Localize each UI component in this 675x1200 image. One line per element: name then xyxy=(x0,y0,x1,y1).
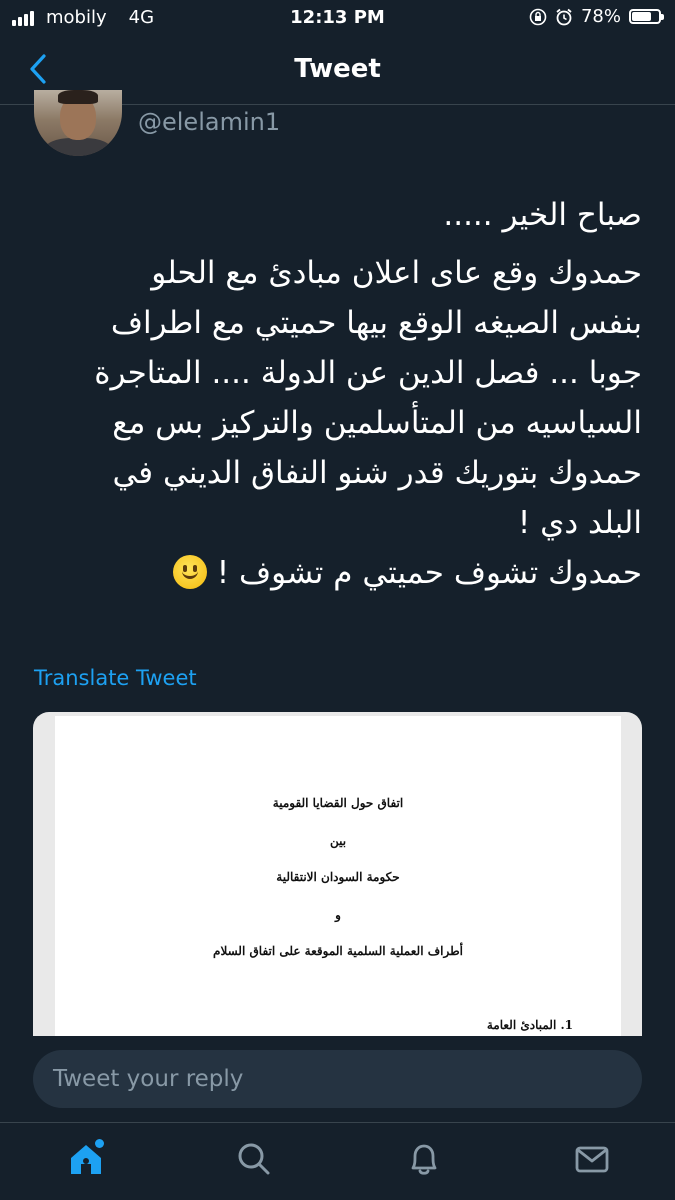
alarm-clock-icon xyxy=(556,8,572,25)
battery-percent: 78% xyxy=(580,6,621,27)
slightly-smiling-face-icon xyxy=(172,555,207,589)
battery-fill xyxy=(632,12,651,21)
tab-bar xyxy=(0,1122,675,1200)
status-bar: mobily 4G 12:13 PM 78% xyxy=(0,0,675,36)
document-title: اتفاق حول القضايا القومية xyxy=(272,796,404,810)
tweet-line: بنفس الصيغه الوقع بيها حميتي مع اطراف xyxy=(110,305,642,341)
document-and: و xyxy=(335,908,341,922)
battery-icon xyxy=(629,9,664,24)
tweet-line-last: حمدوك تشوف حميتي م تشوف ! xyxy=(30,548,642,598)
author-handle[interactable]: @elelamin1 xyxy=(138,108,280,136)
tweet-line: جوبا ... فصل الدين عن الدولة .... المتاج… xyxy=(94,355,642,391)
tweet-line: حمدوك تشوف حميتي م تشوف ! xyxy=(216,555,642,591)
orientation-lock-icon xyxy=(529,8,547,25)
document-section-heading: 1. المبادئ العامة xyxy=(486,1018,573,1032)
tweet-detail-screen: mobily 4G 12:13 PM 78% Tweet @elelamin1 … xyxy=(0,0,675,1200)
tab-notifications[interactable] xyxy=(404,1139,444,1179)
status-right: 78% xyxy=(529,6,664,27)
translate-tweet-link[interactable]: Translate Tweet xyxy=(34,666,197,690)
tweet-line: السياسيه من المتأسلمين والتركيز بس مع xyxy=(112,405,642,441)
search-icon xyxy=(238,1143,270,1175)
document-party-2: أطراف العملية السلمية الموقعة على اتفاق … xyxy=(213,944,463,958)
tab-messages[interactable] xyxy=(572,1139,612,1179)
tweet-line: صباح الخير ..... xyxy=(443,197,642,233)
document-party-1: حكومة السودان الانتقالية xyxy=(276,870,400,884)
tweet-line: حمدوك بتوريك قدر شنو النفاق الديني في xyxy=(112,455,642,491)
document-page: اتفاق حول القضايا القومية بين حكومة السو… xyxy=(55,716,621,1052)
tab-home[interactable] xyxy=(66,1139,106,1179)
avatar[interactable] xyxy=(34,90,122,156)
reply-bar: Tweet your reply xyxy=(0,1036,675,1122)
mail-icon xyxy=(575,1146,609,1173)
tweet-text: صباح الخير ..... حمدوك وقع عاى اعلان مبا… xyxy=(30,190,642,598)
tweet-line: البلد دي ! xyxy=(517,505,642,541)
tweet-line: حمدوك وقع عاى اعلان مبادئ مع الحلو xyxy=(151,255,642,291)
reply-input[interactable]: Tweet your reply xyxy=(33,1050,642,1108)
page-title: Tweet xyxy=(294,54,381,84)
tweet-image[interactable]: اتفاق حول القضايا القومية بين حكومة السو… xyxy=(33,712,642,1052)
document-between: بين xyxy=(329,834,347,848)
bell-icon xyxy=(411,1144,437,1175)
tab-search[interactable] xyxy=(234,1139,274,1179)
new-content-dot xyxy=(95,1139,104,1148)
